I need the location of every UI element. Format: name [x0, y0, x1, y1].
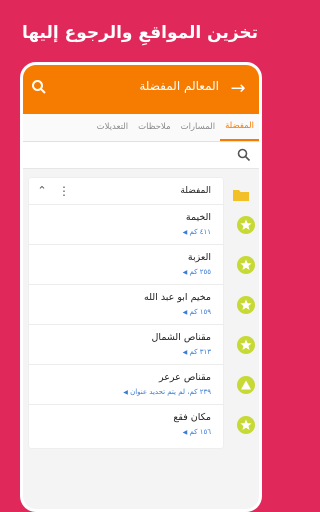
- search-input[interactable]: [29, 145, 223, 165]
- star-marker-icon: [237, 416, 255, 434]
- item-name: مخيم ابو عبد الله: [144, 292, 211, 303]
- list-item[interactable]: مقناص عرعر ٢٣٩ كم، لم يتم تحديد عنوان ◀: [29, 364, 255, 404]
- tab-notes[interactable]: ملاحظات: [133, 114, 175, 141]
- triangle-marker-icon: [237, 376, 255, 394]
- list-item[interactable]: الخيمة ٤١١ كم ◀: [29, 204, 255, 244]
- item-distance: ٣١٣ كم ◀: [183, 348, 211, 356]
- star-marker-icon: [237, 216, 255, 234]
- search-icon: [237, 147, 251, 162]
- phone-frame: → المعالم المفضلة المفضلة المسارات ملاحظ…: [20, 62, 262, 512]
- more-vert-icon[interactable]: ⋮: [58, 184, 70, 198]
- direction-icon: ◀: [182, 229, 188, 236]
- list-item[interactable]: مقناص الشمال ٣١٣ كم ◀: [29, 324, 255, 364]
- tab-favorites[interactable]: المفضلة: [220, 114, 259, 141]
- folder-title: المفضلة: [180, 186, 211, 196]
- direction-icon: ◀: [182, 309, 188, 316]
- search-bar: [23, 142, 259, 169]
- app-bar: → المعالم المفضلة: [23, 65, 259, 114]
- tab-edits[interactable]: التعديلات: [92, 114, 134, 141]
- search-icon[interactable]: [31, 79, 49, 97]
- tab-routes[interactable]: المسارات: [176, 114, 221, 141]
- item-distance: ٢٣٩ كم، لم يتم تحديد عنوان ◀: [123, 388, 211, 396]
- item-distance-value: ٤١١ كم: [189, 228, 212, 236]
- page-title: المعالم المفضلة: [139, 79, 219, 93]
- direction-icon: ◀: [123, 389, 128, 396]
- item-name: مكان فقع: [173, 412, 211, 423]
- item-name: مقناص عرعر: [159, 372, 211, 383]
- item-distance: ٤١١ كم ◀: [183, 228, 211, 236]
- item-distance-value: ٢٥٥ كم: [189, 268, 212, 276]
- star-marker-icon: [237, 296, 255, 314]
- item-distance: ٢٥٥ كم ◀: [183, 268, 211, 276]
- list-item[interactable]: مخيم ابو عبد الله ١٥٩ كم ◀: [29, 284, 255, 324]
- direction-icon: ◀: [182, 269, 188, 276]
- item-name: الخيمة: [185, 212, 211, 223]
- star-marker-icon: [237, 256, 255, 274]
- direction-icon: ◀: [182, 349, 188, 356]
- item-name: مقناص الشمال: [151, 332, 211, 343]
- item-distance: ١٥٩ كم ◀: [183, 308, 211, 316]
- promo-headline: تخزين المواقعِ والرجوع إليها: [21, 23, 259, 43]
- chevron-up-icon[interactable]: ⌃: [36, 184, 48, 198]
- arrow-right-icon[interactable]: →: [227, 78, 249, 100]
- item-distance-value: ٣١٣ كم: [189, 348, 212, 356]
- list-item[interactable]: مكان فقع ١٥٦ كم ◀: [29, 404, 255, 444]
- list-item[interactable]: العزبة ٢٥٥ كم ◀: [29, 244, 255, 284]
- item-name: العزبة: [187, 252, 211, 263]
- item-distance-value: ١٥٩ كم: [189, 308, 212, 316]
- direction-icon: ◀: [182, 429, 188, 436]
- tab-bar: المفضلة المسارات ملاحظات التعديلات: [23, 114, 259, 142]
- item-distance: ١٥٦ كم ◀: [183, 428, 211, 436]
- folder-icon: [233, 186, 249, 201]
- item-distance-value: ٢٣٩ كم، لم يتم تحديد عنوان: [130, 388, 211, 396]
- favorites-folder: المفضلة ⋮ ⌃ الخيمة ٤١١ كم ◀ العزبة ٢٥٥ ك…: [29, 178, 255, 448]
- star-marker-icon: [237, 336, 255, 354]
- item-distance-value: ١٥٦ كم: [189, 428, 212, 436]
